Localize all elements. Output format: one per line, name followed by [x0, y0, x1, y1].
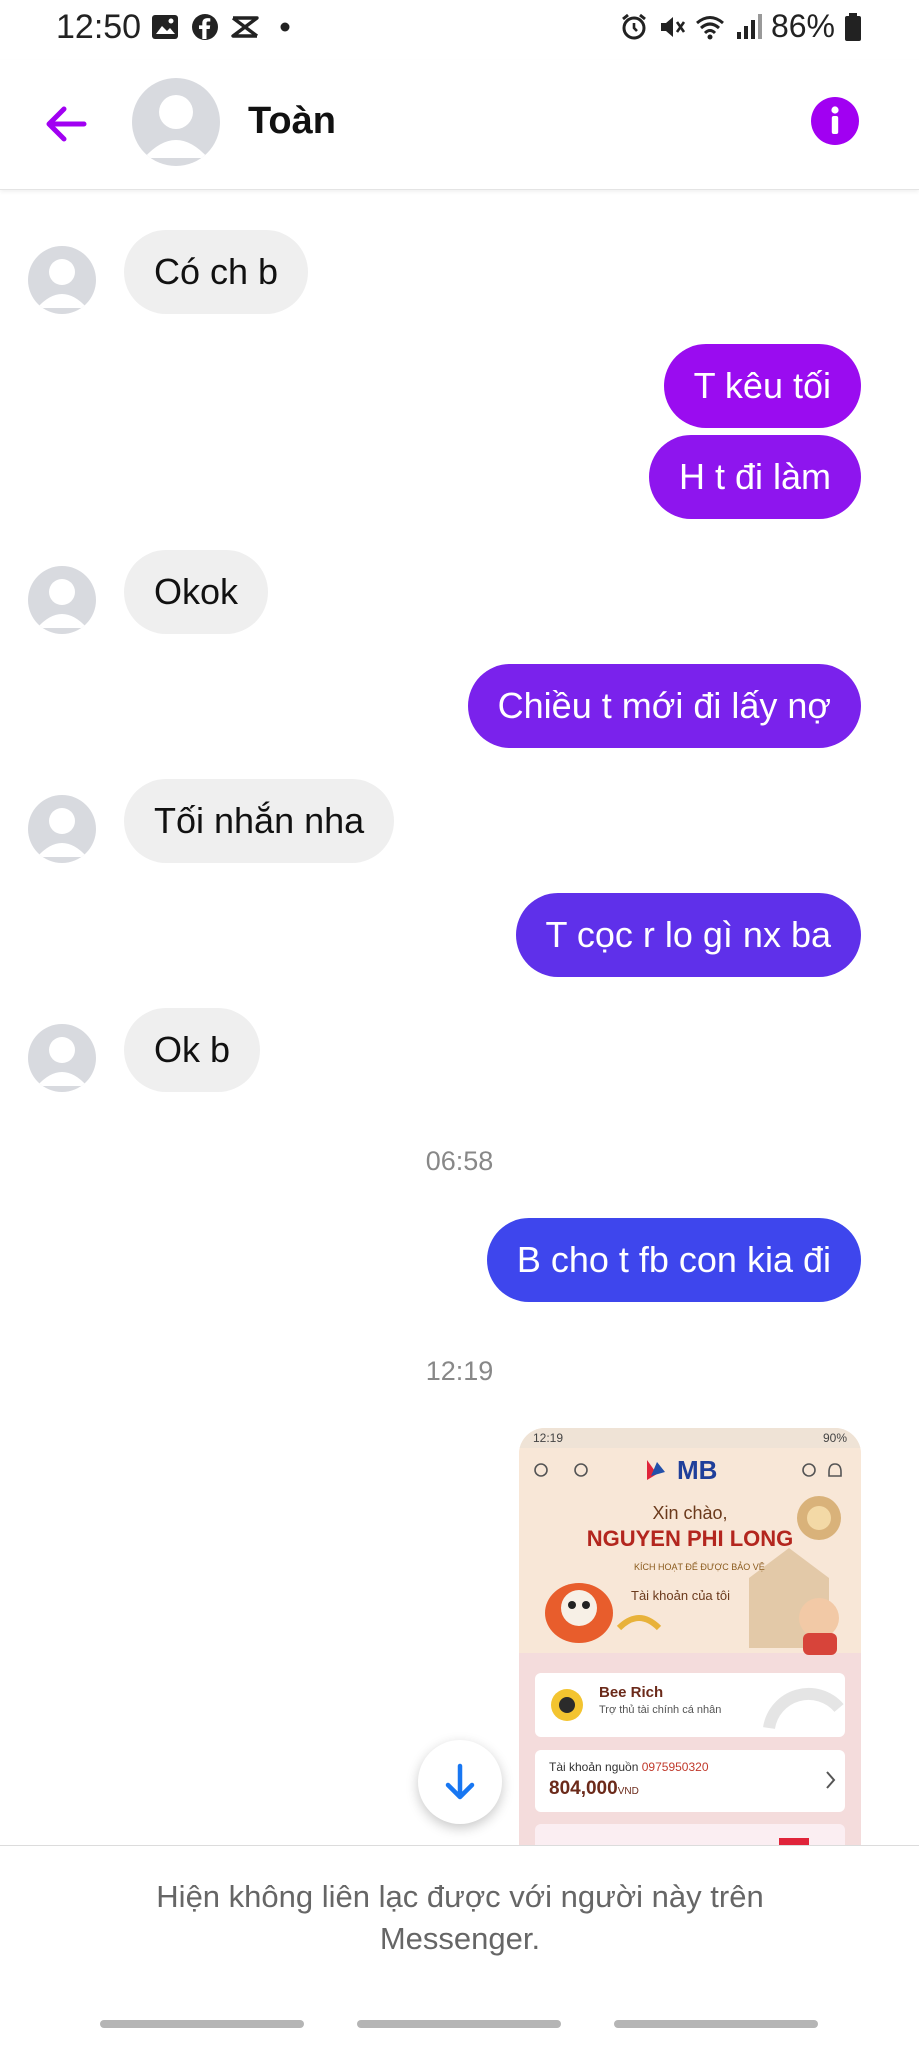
capcut-icon [231, 16, 259, 38]
activation-banner: KÍCH HOẠT ĐỂ ĐƯỢC BẢO VỆ [634, 1562, 765, 1572]
bee-rich-title: Bee Rich [599, 1684, 664, 1701]
source-account-text: Tài khoản nguồn [549, 1760, 639, 1774]
user-name: NGUYEN PHI LONG [586, 1526, 794, 1551]
balance-currency: VND [617, 1786, 639, 1797]
default-avatar-icon [37, 808, 87, 857]
dot-icon [280, 22, 290, 32]
outgoing-message[interactable]: T kêu tối [663, 344, 861, 428]
sender-avatar[interactable] [28, 246, 96, 314]
account-number: 0975950320 [641, 1760, 709, 1774]
balance-amount: 804,000 [549, 1778, 618, 1799]
system-icons: 86% [619, 8, 863, 45]
default-avatar-icon [144, 95, 208, 158]
shot-status-time: 12:19 [533, 1431, 564, 1445]
bank-logo: MB [677, 1455, 718, 1485]
facebook-icon [192, 14, 218, 40]
incoming-message[interactable]: Có ch b [124, 230, 309, 314]
my-account-label: Tài khoản của tôi [631, 1588, 731, 1603]
sender-avatar[interactable] [28, 566, 96, 634]
gallery-icon [152, 15, 178, 39]
notification-icons [150, 12, 300, 42]
battery-percent: 86% [770, 8, 835, 44]
outgoing-message[interactable]: Chiều t mới đi lấy nợ [467, 664, 861, 748]
wifi-icon [695, 15, 724, 39]
nav-home-bar[interactable] [357, 2020, 561, 2028]
navigation-bar [0, 2014, 919, 2034]
balance: 804,000VND [549, 1778, 639, 1800]
unavailable-footer: Hiện không liên lạc được với người này t… [0, 1845, 919, 2048]
sender-avatar[interactable] [28, 1024, 96, 1092]
mute-icon [660, 16, 686, 37]
default-avatar-icon [37, 1037, 87, 1086]
sender-avatar[interactable] [28, 795, 96, 863]
incoming-message[interactable]: Ok b [124, 1008, 261, 1092]
incoming-message[interactable]: Tối nhắn nha [124, 779, 395, 863]
outgoing-message[interactable]: T cọc r lo gì nx ba [515, 893, 861, 977]
message-timestamp: 06:58 [425, 1146, 494, 1176]
default-avatar-icon [37, 259, 87, 308]
conversation-header: Toàn [0, 60, 919, 190]
nav-recents-bar[interactable] [100, 2020, 304, 2028]
alarm-icon [622, 13, 646, 39]
arrow-left-icon [46, 106, 87, 142]
arrow-down-icon [445, 1763, 475, 1800]
back-button[interactable] [40, 98, 92, 150]
unavailable-notice: Hiện không liên lạc được với người này t… [156, 1879, 764, 1956]
status-time: 12:50 [56, 8, 142, 46]
info-button[interactable] [811, 97, 859, 145]
status-bar: 12:50 86% [0, 0, 919, 56]
outgoing-message[interactable]: B cho t fb con kia đi [486, 1218, 861, 1302]
greeting: Xin chào, [652, 1503, 728, 1523]
shot-status-battery: 90% [822, 1431, 847, 1445]
incoming-message[interactable]: Okok [124, 550, 269, 634]
contact-avatar[interactable] [132, 78, 220, 166]
battery-icon [845, 12, 861, 41]
scroll-to-bottom-button[interactable] [418, 1740, 502, 1824]
bee-rich-subtitle: Trợ thủ tài chính cá nhân [599, 1704, 722, 1716]
nav-back-bar[interactable] [614, 2020, 818, 2028]
info-icon [831, 106, 839, 134]
message-timestamp: 12:19 [425, 1356, 494, 1386]
message-list[interactable]: Có ch b T kêu tối H t đi làm Okok Chiều … [0, 190, 919, 1845]
outgoing-message[interactable]: H t đi làm [648, 435, 861, 519]
source-account-label: Tài khoản nguồn 0975950320 [549, 1760, 709, 1774]
default-avatar-icon [37, 579, 87, 628]
shared-image[interactable]: 12:19 90% MB Xin chào, NGUYEN PHI LONG K… [519, 1428, 861, 1845]
signal-icon [736, 13, 762, 39]
contact-name[interactable]: Toàn [248, 100, 336, 143]
